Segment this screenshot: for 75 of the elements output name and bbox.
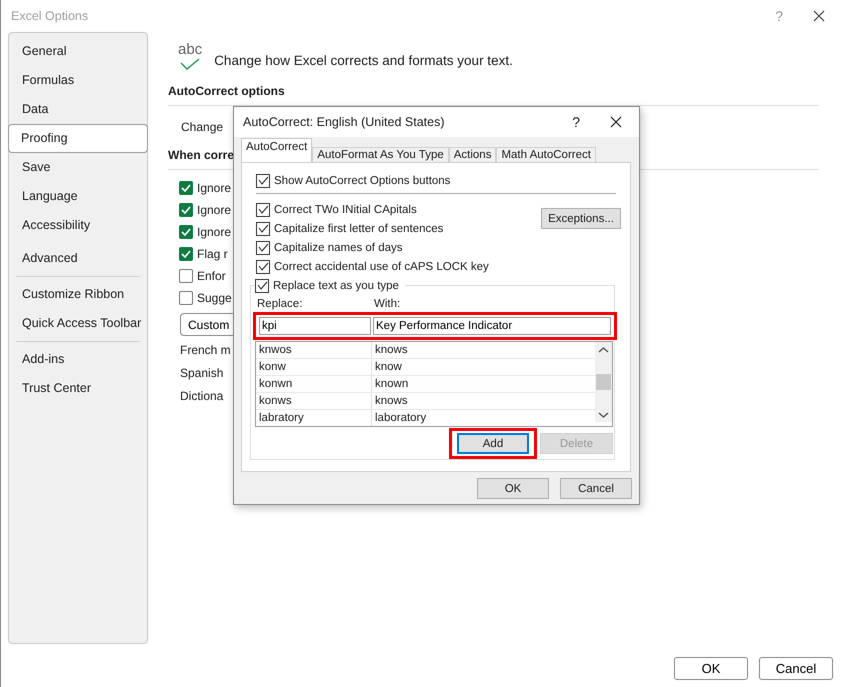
table-cell: labratory: [256, 410, 372, 426]
cancel-button[interactable]: Cancel: [560, 478, 632, 499]
help-button[interactable]: ?: [572, 114, 580, 130]
sidebar-item[interactable]: General: [9, 37, 147, 66]
intro-text: Change how Excel corrects and formats your text.: [214, 52, 513, 68]
sidebar-item[interactable]: Data: [9, 95, 147, 124]
sidebar-item[interactable]: Trust Center: [9, 374, 147, 403]
table-cell: knwos: [256, 342, 372, 358]
field-label: With:: [374, 298, 400, 310]
checkbox-label: Ignore: [197, 181, 232, 195]
sidebar-item[interactable]: Quick Access Toolbar: [9, 309, 147, 338]
ok-button[interactable]: OK: [674, 657, 748, 680]
table-cell-text: known: [374, 377, 408, 392]
field-label: Replace:: [256, 298, 304, 310]
option-label: French m: [180, 343, 231, 359]
checkbox[interactable]: [256, 260, 270, 274]
table-cell-text: laboratory: [374, 411, 426, 426]
sidebar-item[interactable]: Proofing: [8, 124, 148, 153]
checkbox[interactable]: [256, 202, 270, 216]
icon-label: abc: [178, 42, 202, 58]
checkbox-label: Capitalize first letter of sentences: [274, 222, 444, 234]
section-heading: When corre: [168, 148, 234, 162]
checkbox-label: Show AutoCorrect Options buttons: [274, 174, 450, 186]
checkbox[interactable]: [256, 240, 270, 254]
checkbox-label: Capitalize names of days: [274, 242, 402, 254]
scroll-bar[interactable]: [595, 342, 612, 422]
checkbox-label: Correct TWo INitial CApitals: [274, 204, 417, 216]
add-button[interactable]: Add: [457, 433, 529, 454]
exceptions-button[interactable]: Exceptions...: [541, 208, 621, 229]
sidebar-item[interactable]: Customize Ribbon: [9, 280, 147, 309]
tab[interactable]: Actions: [448, 147, 496, 162]
checkbox[interactable]: [179, 247, 193, 261]
check-icon: [180, 58, 200, 70]
close-icon[interactable]: [610, 116, 622, 128]
description-text: Change: [181, 120, 224, 134]
checkbox-label: Ignore: [197, 203, 232, 217]
section-heading: AutoCorrect options: [168, 84, 285, 98]
checkbox-label: Correct accidental use of cAPS LOCK key: [274, 260, 489, 272]
ok-button[interactable]: OK: [477, 478, 549, 499]
checkbox[interactable]: [179, 291, 193, 305]
option-label: Spanish: [180, 366, 224, 382]
checkbox-label: Enfor: [197, 269, 226, 283]
sidebar-item[interactable]: Formulas: [9, 66, 147, 95]
window-title: Excel Options: [11, 9, 90, 23]
cancel-button[interactable]: Cancel: [759, 657, 833, 680]
table-cell: konw: [256, 359, 372, 375]
table-cell: konwn: [256, 376, 372, 392]
checkbox-label: Flag r: [197, 247, 228, 261]
sidebar-item[interactable]: Save: [9, 153, 147, 182]
sidebar-item[interactable]: Advanced: [9, 244, 147, 273]
checkbox[interactable]: [179, 225, 193, 239]
option-label: Dictiona: [180, 389, 224, 405]
checkbox-label: Ignore: [197, 225, 232, 239]
close-icon[interactable]: [813, 10, 825, 22]
sidebar-item[interactable]: Accessibility: [9, 211, 147, 240]
with-field[interactable]: Key Performance Indicator: [373, 317, 611, 335]
checkbox[interactable]: [179, 269, 193, 283]
replace-field[interactable]: kpi: [259, 317, 371, 335]
checkbox[interactable]: [255, 278, 269, 292]
dialog-title: AutoCorrect: English (United States): [243, 115, 446, 129]
checkbox[interactable]: [179, 181, 193, 195]
checkbox[interactable]: [179, 203, 193, 217]
tab[interactable]: AutoFormat As You Type: [312, 147, 449, 162]
checkbox[interactable]: [256, 222, 270, 236]
tab[interactable]: AutoCorrect: [241, 138, 312, 162]
checkbox-label: Replace text as you type: [273, 280, 399, 292]
table-cell-text: knows: [374, 343, 408, 358]
checkbox-label: Sugge: [197, 291, 232, 305]
sidebar-item[interactable]: Add-ins: [9, 345, 147, 374]
table-cell: konws: [256, 393, 372, 409]
table-cell-text: knows: [374, 394, 408, 409]
table-cell-text: know: [374, 360, 402, 375]
tab[interactable]: Math AutoCorrect: [496, 147, 596, 162]
sidebar-item[interactable]: Language: [9, 182, 147, 211]
checkbox[interactable]: [256, 174, 270, 188]
